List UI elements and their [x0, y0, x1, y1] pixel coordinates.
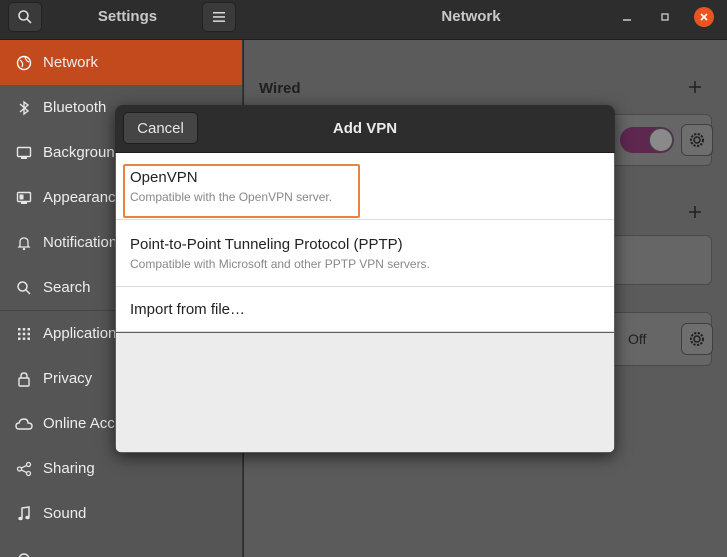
sidebar-item-label: Sharing	[43, 460, 95, 477]
search-icon	[18, 10, 32, 24]
plus-icon	[689, 81, 701, 93]
sidebar-item-label: Privacy	[43, 370, 93, 387]
dialog-header: Add VPN Cancel	[115, 105, 615, 153]
plus-icon	[689, 206, 701, 218]
vpn-option-subtitle: Compatible with Microsoft and other PPTP…	[130, 256, 430, 271]
header-bar: Settings Network	[0, 0, 727, 40]
vpn-option-title: Point-to-Point Tunneling Protocol (PPTP)	[130, 235, 403, 253]
sidebar-item-network[interactable]: Network	[0, 40, 242, 85]
background-icon	[15, 144, 33, 162]
sidebar-item-label: Applications	[43, 325, 124, 342]
vpn-option-subtitle: Compatible with the OpenVPN server.	[130, 189, 333, 204]
wired-settings-button[interactable]	[681, 124, 713, 156]
music-note-icon	[15, 505, 33, 523]
sidebar-item-label: Search	[43, 279, 91, 296]
sidebar-item-label: Appearance	[43, 189, 124, 206]
maximize-button[interactable]	[655, 7, 675, 27]
share-icon	[15, 460, 33, 478]
vpn-option-title: OpenVPN	[130, 168, 198, 186]
sidebar-item-partial[interactable]	[0, 536, 242, 557]
lock-icon	[15, 370, 33, 388]
bluetooth-icon	[15, 99, 33, 117]
vpn-option-import[interactable]: Import from file…	[116, 287, 614, 332]
cancel-button[interactable]: Cancel	[123, 112, 198, 144]
close-icon	[700, 13, 708, 21]
menu-button[interactable]	[202, 2, 236, 32]
add-vpn-button[interactable]	[688, 202, 702, 225]
proxy-settings-button[interactable]	[681, 323, 713, 355]
sidebar-item-label: Notifications	[43, 234, 125, 251]
add-wired-button[interactable]	[688, 77, 702, 100]
hamburger-menu-icon	[213, 12, 225, 22]
sidebar-item-label: Network	[43, 54, 99, 71]
search-button[interactable]	[8, 2, 42, 32]
wired-toggle[interactable]	[620, 127, 674, 153]
settings-title: Settings	[97, 8, 158, 25]
close-button[interactable]	[694, 7, 714, 27]
dialog-empty-area	[116, 333, 614, 452]
vpn-option-title: Import from file…	[130, 300, 246, 318]
wired-section-title: Wired	[259, 80, 301, 97]
minimize-button[interactable]	[617, 7, 637, 27]
appearance-icon	[15, 189, 33, 207]
minimize-icon	[623, 19, 631, 21]
sidebar-item-label: Bluetooth	[43, 99, 107, 116]
gear-icon	[690, 332, 704, 346]
vpn-option-pptp[interactable]: Point-to-Point Tunneling Protocol (PPTP)…	[116, 220, 614, 287]
bell-icon	[15, 234, 33, 252]
cloud-icon	[15, 415, 33, 433]
sidebar-item-label: Sound	[43, 505, 87, 522]
vpn-type-list: OpenVPN Compatible with the OpenVPN serv…	[116, 153, 614, 332]
add-vpn-dialog: Add VPN Cancel OpenVPN Compatible with t…	[115, 105, 615, 453]
sidebar-item-sound[interactable]: Sound	[0, 491, 242, 536]
proxy-status: Off	[628, 331, 647, 347]
network-icon	[15, 54, 33, 72]
maximize-icon	[661, 13, 669, 21]
grid-icon	[15, 325, 33, 343]
search-icon	[15, 279, 33, 297]
vpn-option-openvpn[interactable]: OpenVPN Compatible with the OpenVPN serv…	[116, 153, 614, 220]
power-icon	[15, 550, 33, 557]
gear-icon	[690, 133, 704, 147]
sidebar-item-label: Background	[43, 144, 124, 161]
